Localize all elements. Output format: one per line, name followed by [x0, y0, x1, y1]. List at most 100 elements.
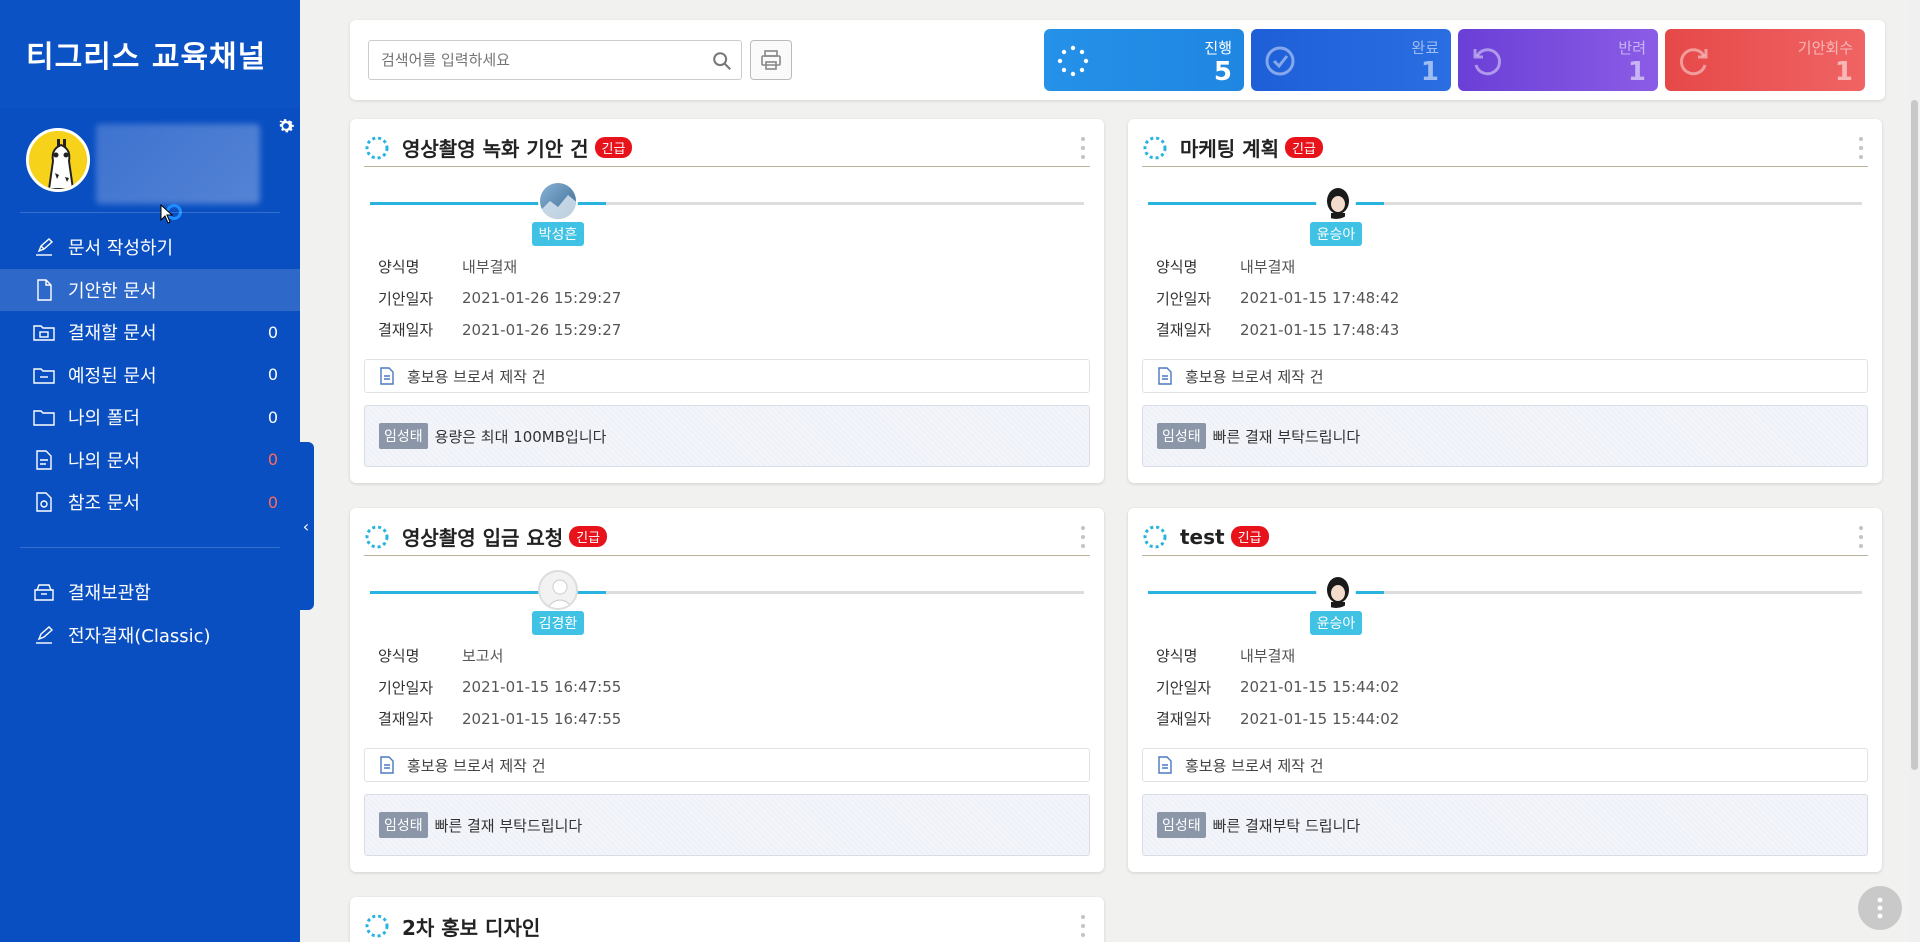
nav-item-classic-approval[interactable]: 전자결재(Classic) — [0, 614, 300, 657]
meta-key: 양식명 — [1156, 258, 1198, 277]
pen-document-icon — [32, 623, 56, 647]
approver-photo — [1316, 570, 1356, 610]
nav-item-label: 기안한 문서 — [68, 280, 157, 302]
approver-name: 김경환 — [531, 611, 585, 635]
divider — [20, 547, 280, 548]
approver[interactable]: 박성흔 — [528, 181, 588, 246]
meta-value: 내부결재 — [462, 258, 518, 277]
brand-title[interactable]: 티그리스 교육채널 — [0, 0, 300, 108]
nav-item-drafted-documents[interactable]: 기안한 문서 — [0, 268, 300, 311]
search-input[interactable] — [381, 51, 701, 69]
search-icon[interactable] — [711, 50, 733, 72]
approver[interactable]: 김경환 — [528, 570, 588, 635]
stat-label: 기안회수 — [1797, 39, 1853, 57]
pen-document-icon — [32, 235, 56, 259]
more-options-icon[interactable] — [1080, 915, 1086, 937]
card-title[interactable]: 2차 홍보 디자인 — [402, 912, 540, 941]
nav-item-label: 문서 작성하기 — [68, 238, 174, 260]
avatar[interactable] — [26, 128, 90, 192]
stat-in-progress[interactable]: 진행 5 — [1044, 29, 1244, 91]
comment-author: 임성태 — [1157, 812, 1206, 838]
card-header: 마케팅 계획 긴급 — [1142, 129, 1868, 167]
meta-key: 양식명 — [1156, 647, 1198, 666]
card-header: 영상촬영 입금 요청 긴급 — [364, 518, 1090, 556]
rotate-right-icon — [1679, 48, 1708, 76]
attached-document[interactable]: 홍보용 브로셔 제작 건 — [364, 748, 1090, 782]
attached-document[interactable]: 홍보용 브로셔 제작 건 — [1142, 748, 1868, 782]
meta-value: 2021-01-15 16:47:55 — [462, 709, 622, 728]
approver[interactable]: 윤승아 — [1306, 181, 1366, 246]
card-title[interactable]: 마케팅 계획 — [1180, 133, 1279, 162]
comment-text: 용량은 최대 100MB입니다 — [434, 427, 607, 446]
approver[interactable]: 윤승아 — [1306, 570, 1366, 635]
stat-rejected[interactable]: 반려 1 — [1458, 29, 1658, 91]
attached-document[interactable]: 홍보용 브로셔 제작 건 — [1142, 359, 1868, 393]
sidebar-collapse-button[interactable]: ‹ — [298, 442, 314, 610]
card-title[interactable]: test — [1180, 525, 1225, 549]
attached-document-title: 홍보용 브로셔 제작 건 — [407, 756, 546, 775]
nav-item-to-approve[interactable]: 결재할 문서 0 — [0, 311, 300, 354]
nav-menu: 문서 작성하기 기안한 문서 결재할 문서 0 예정된 문서 0 나의 폴더 0… — [0, 226, 300, 524]
card-meta: 양식명 내부결재 기안일자 2021-01-15 17:48:42 결재일자 2021… — [1156, 251, 1399, 346]
floating-menu-button[interactable] — [1858, 886, 1902, 930]
attached-document-title: 홍보용 브로셔 제작 건 — [1185, 367, 1324, 386]
nav-menu-secondary: 결재보관함 전자결재(Classic) — [0, 571, 300, 656]
nav-item-my-documents[interactable]: 나의 문서 0 — [0, 439, 300, 482]
approval-timeline — [1148, 591, 1862, 594]
meta-key: 기안일자 — [378, 678, 434, 697]
approver-name: 윤승아 — [1309, 222, 1363, 246]
stat-completed[interactable]: 완료 1 — [1251, 29, 1451, 91]
nav-item-reference-documents[interactable]: 참조 문서 0 — [0, 481, 300, 524]
comment-text: 빠른 결재 부탁드립니다 — [1212, 427, 1361, 446]
nav-item-label: 참조 문서 — [68, 493, 140, 515]
attached-document[interactable]: 홍보용 브로셔 제작 건 — [364, 359, 1090, 393]
nav-item-archive[interactable]: 결재보관함 — [0, 571, 300, 614]
divider — [20, 212, 280, 213]
comment-box: 임성태 빠른 결재 부탁드립니다 — [1142, 405, 1868, 467]
card-meta: 양식명 보고서 기안일자 2021-01-15 16:47:55 결재일자 2021-… — [378, 640, 621, 735]
check-circle-icon — [1265, 46, 1295, 76]
approver-photo — [1316, 181, 1356, 221]
folder-icon — [32, 405, 56, 429]
card-header: 2차 홍보 디자인 — [364, 907, 1090, 942]
page-scrollbar[interactable] — [1909, 0, 1920, 942]
archive-box-icon — [32, 580, 56, 604]
meta-value: 2021-01-26 15:29:27 — [462, 320, 622, 339]
more-options-icon[interactable] — [1080, 526, 1086, 548]
mouse-cursor-icon — [160, 204, 174, 224]
stat-label: 진행 — [1204, 39, 1232, 57]
comment-box: 임성태 용량은 최대 100MB입니다 — [364, 405, 1090, 467]
print-button[interactable] — [750, 40, 792, 80]
comment-box: 임성태 빠른 결재 부탁드립니다 — [364, 794, 1090, 856]
meta-value: 2021-01-15 15:44:02 — [1240, 709, 1400, 728]
stat-recalled[interactable]: 기안회수 1 — [1665, 29, 1865, 91]
file-text-icon — [1158, 756, 1172, 774]
card-title[interactable]: 영상촬영 입금 요청 — [402, 522, 563, 551]
more-options-icon[interactable] — [1080, 137, 1086, 159]
document-card[interactable]: test 긴급 윤승아 양식명 내부결재 기안일자 2021-01-15 15:44… — [1128, 508, 1882, 872]
profile-area — [0, 108, 300, 220]
progress-spinner-icon — [1143, 525, 1167, 548]
approval-timeline — [1148, 202, 1862, 205]
gear-icon[interactable] — [276, 116, 296, 136]
nav-item-scheduled[interactable]: 예정된 문서 0 — [0, 354, 300, 397]
comment-text: 빠른 결재부탁 드립니다 — [1212, 816, 1361, 835]
file-text-icon — [380, 367, 394, 385]
nav-item-my-folder[interactable]: 나의 폴더 0 — [0, 396, 300, 439]
comment-author: 임성태 — [1157, 423, 1206, 449]
my-document-icon — [32, 448, 56, 472]
card-title[interactable]: 영상촬영 녹화 기안 건 — [402, 133, 589, 162]
meta-key: 기안일자 — [378, 289, 434, 308]
nav-item-write-document[interactable]: 문서 작성하기 — [0, 226, 300, 269]
more-options-icon[interactable] — [1858, 137, 1864, 159]
document-card[interactable]: 영상촬영 녹화 기안 건 긴급 박성흔 양식명 내부결재 기안일자 2021-01-… — [350, 119, 1104, 483]
document-card[interactable]: 마케팅 계획 긴급 윤승아 양식명 내부결재 기안일자 2021-01-15 17:… — [1128, 119, 1882, 483]
nav-item-label: 전자결재(Classic) — [68, 625, 211, 647]
profile-info-blurred — [96, 124, 260, 204]
meta-value: 2021-01-15 17:48:42 — [1240, 289, 1400, 308]
more-vertical-icon — [1877, 897, 1883, 919]
approver-photo — [538, 181, 578, 221]
document-card[interactable]: 영상촬영 입금 요청 긴급 김경환 양식명 보고서 기안일자 2021-01-15 … — [350, 508, 1104, 872]
more-options-icon[interactable] — [1858, 526, 1864, 548]
document-card[interactable]: 2차 홍보 디자인 — [350, 897, 1104, 942]
